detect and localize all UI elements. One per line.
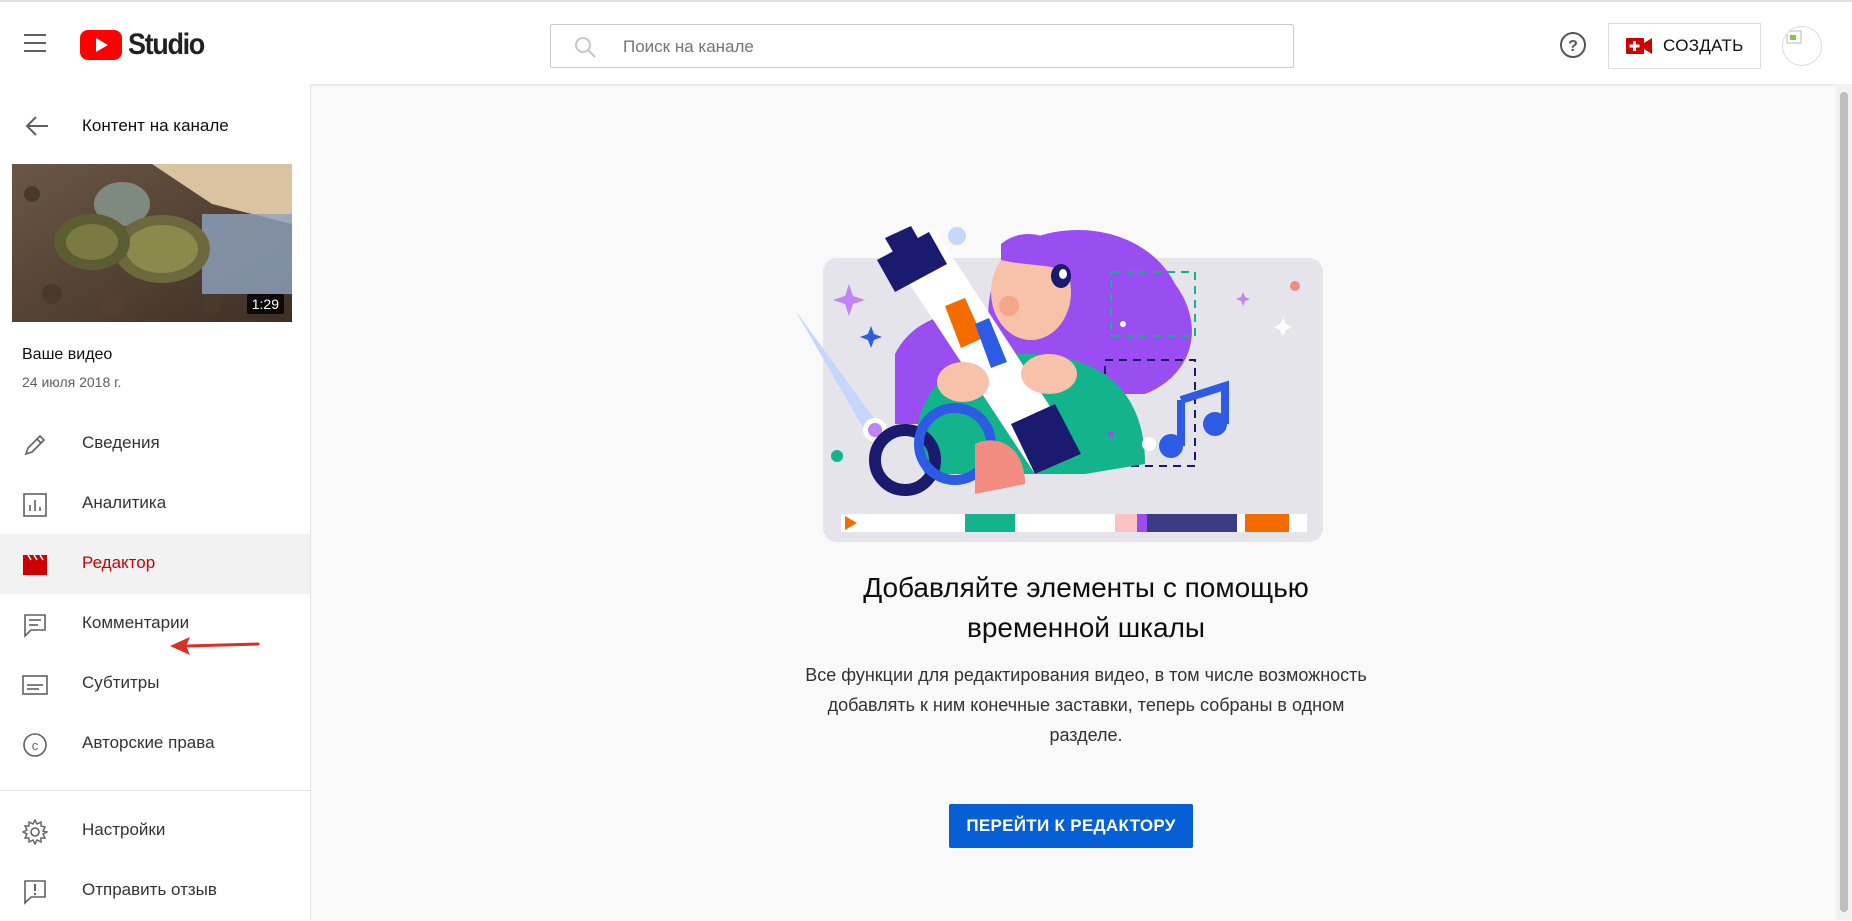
sidebar-item-comments[interactable]: Комментарии — [0, 594, 310, 654]
broken-image-icon — [1786, 30, 1802, 44]
editor-illustration — [795, 226, 1323, 542]
back-to-channel-content[interactable]: Контент на канале — [0, 104, 310, 148]
sidebar-item-label: Аналитика — [82, 493, 167, 512]
sidebar-item-label: Отправить отзыв — [82, 880, 217, 899]
help-icon[interactable]: ? — [1558, 30, 1588, 60]
video-date: 24 июля 2018 г. — [22, 374, 122, 390]
clapperboard-icon — [23, 554, 47, 575]
sidebar-item-label: Комментарии — [82, 613, 190, 632]
comments-icon — [24, 614, 46, 638]
sidebar-item-details[interactable]: Сведения — [0, 414, 310, 474]
create-button-label: СОЗДАТЬ — [1663, 36, 1744, 55]
go-to-editor-button[interactable]: ПЕРЕЙТИ К РЕДАКТОРУ — [949, 804, 1193, 848]
sidebar-item-label: Редактор — [82, 553, 156, 572]
main-content: Добавляйте элементы с помощью временной … — [311, 84, 1841, 920]
pencil-icon — [24, 434, 46, 456]
analytics-icon — [23, 493, 47, 517]
sidebar-item-subtitles[interactable]: Субтитры — [0, 654, 310, 714]
youtube-studio-logo[interactable]: Studio — [80, 28, 212, 62]
copyright-icon: c — [23, 733, 47, 757]
sidebar-item-copyright[interactable]: c Авторские права — [0, 714, 310, 774]
create-video-icon — [1626, 38, 1652, 54]
create-button[interactable]: СОЗДАТЬ — [1608, 23, 1761, 69]
subtitles-icon — [22, 675, 48, 695]
sidebar-item-feedback[interactable]: Отправить отзыв — [0, 861, 310, 921]
youtube-logo-icon — [80, 30, 122, 60]
scrollbar[interactable] — [1836, 84, 1852, 920]
sidebar-item-label: Авторские права — [82, 733, 215, 752]
editor-heading: Добавляйте элементы с помощью временной … — [863, 572, 1309, 643]
video-thumbnail[interactable]: 1:29 — [12, 164, 292, 322]
sidebar-item-settings[interactable]: Настройки — [0, 801, 310, 861]
feedback-icon — [24, 880, 46, 905]
video-title: Ваше видео — [22, 346, 113, 363]
search-input[interactable] — [621, 33, 1265, 61]
account-avatar[interactable] — [1782, 26, 1822, 66]
search-box — [550, 24, 1294, 68]
back-label: Контент на канале — [82, 116, 229, 135]
sidebar-item-editor[interactable]: Редактор — [0, 534, 310, 594]
video-duration: 1:29 — [246, 294, 284, 314]
scrollbar-thumb[interactable] — [1840, 92, 1848, 912]
top-header: Studio ? СОЗДАТЬ — [0, 0, 1852, 84]
arrow-back-icon — [25, 116, 48, 136]
sidebar-item-analytics[interactable]: Аналитика — [0, 474, 310, 534]
sidebar: Контент на канале 1:29 Ваше видео 24 июл… — [0, 84, 311, 920]
svg-text:c: c — [32, 738, 39, 753]
annotation-arrow — [170, 637, 260, 655]
sidebar-item-label: Сведения — [82, 433, 160, 452]
hamburger-menu-button[interactable] — [20, 32, 52, 56]
svg-text:?: ? — [1568, 38, 1578, 55]
sidebar-divider — [0, 790, 310, 791]
search-icon — [575, 37, 596, 58]
sidebar-item-label: Настройки — [82, 820, 166, 839]
sidebar-item-label: Субтитры — [82, 673, 160, 692]
gear-icon — [22, 819, 48, 845]
studio-logo-text: Studio — [128, 28, 205, 61]
editor-description: Все функции для редактирования видео, в … — [805, 665, 1367, 745]
